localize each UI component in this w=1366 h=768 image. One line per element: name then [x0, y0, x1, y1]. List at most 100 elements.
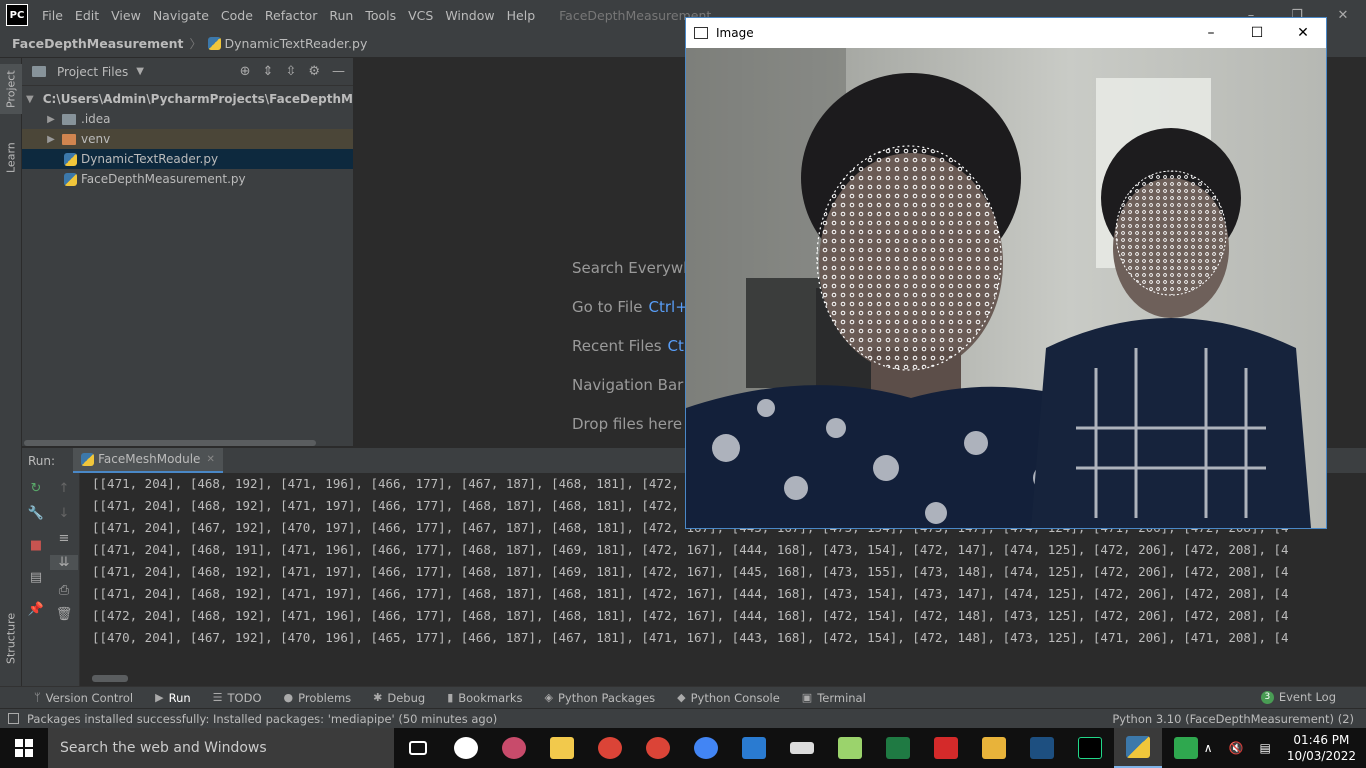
status-message[interactable]: Packages installed successfully: Install… [27, 712, 497, 726]
pycharm-icon[interactable] [1066, 728, 1114, 768]
tree-item-facedepthmeasurement[interactable]: FaceDepthMeasurement.py [22, 169, 353, 189]
menu-tools[interactable]: Tools [359, 8, 402, 23]
menu-navigate[interactable]: Navigate [147, 8, 215, 23]
trash-icon[interactable]: 🗑 [50, 607, 78, 622]
app-icon[interactable] [970, 728, 1018, 768]
locate-icon[interactable]: ⊕ [240, 64, 251, 79]
chrome-icon[interactable] [634, 728, 682, 768]
camera-frame-drawing [686, 48, 1326, 528]
tab-bookmarks[interactable]: ▮ Bookmarks [447, 691, 522, 705]
taskbar-search[interactable]: Search the web and Windows [48, 728, 394, 768]
warning-icon: ● [283, 691, 294, 704]
tree-root[interactable]: ▼ C:\Users\Admin\PycharmProjects\FaceDep… [22, 89, 353, 109]
gear-icon[interactable]: ⚙ [308, 64, 320, 79]
tree-item-label: .idea [81, 112, 111, 126]
interpreter-selector[interactable]: Python 3.10 (FaceDepthMeasurement) (2) [1112, 712, 1354, 726]
volume-icon[interactable]: 🔇 [1229, 741, 1244, 755]
tree-item-dynamictextreader[interactable]: DynamicTextReader.py [22, 149, 353, 169]
close-icon[interactable]: ✕ [206, 454, 214, 465]
project-view-selector[interactable]: Project Files [57, 65, 128, 79]
task-view-icon[interactable] [394, 728, 442, 768]
run-toolbar-secondary: ↑ ↓ ≡ ⇊ ⎙ 🗑 [50, 473, 80, 686]
obs-icon[interactable] [442, 728, 490, 768]
tab-debug[interactable]: ✱ Debug [373, 691, 425, 705]
file-explorer-icon[interactable] [538, 728, 586, 768]
expand-all-icon[interactable]: ⇕ [263, 64, 274, 79]
clock-time: 01:46 PM [1293, 733, 1350, 747]
menu-view[interactable]: View [105, 8, 147, 23]
app-icon[interactable] [922, 728, 970, 768]
collapse-all-icon[interactable]: ⇳ [285, 64, 296, 79]
clock-date: 10/03/2022 [1286, 749, 1356, 763]
tab-facemeshmodule[interactable]: FaceMeshModule ✕ [73, 447, 223, 474]
down-arrow-icon[interactable]: ↓ [50, 506, 78, 521]
window-icon[interactable] [8, 713, 19, 724]
keyboard-app-icon[interactable] [778, 728, 826, 768]
pin-icon[interactable]: 📌 [22, 602, 50, 617]
chevron-down-icon[interactable]: ▼ [136, 66, 144, 77]
up-arrow-icon[interactable]: ↑ [50, 481, 78, 496]
print-icon[interactable]: ⎙ [50, 583, 78, 598]
notification-icon[interactable]: ▤ [1259, 741, 1270, 755]
minimize-icon[interactable]: – [1188, 18, 1234, 48]
chevron-right-icon[interactable]: ▶ [44, 114, 58, 125]
python-icon[interactable] [1114, 728, 1162, 768]
python-icon: ◆ [677, 691, 686, 704]
layout-icon[interactable]: ▤ [22, 570, 50, 585]
chrome-icon[interactable] [586, 728, 634, 768]
python-file-icon [207, 37, 221, 50]
clock[interactable]: 01:46 PM 10/03/2022 [1287, 732, 1356, 764]
run-toolbar-primary: ↻ 🔧 ■ ▤ 📌 [22, 473, 50, 686]
menu-vcs[interactable]: VCS [402, 8, 439, 23]
menu-refactor[interactable]: Refactor [259, 8, 323, 23]
vscode-icon[interactable] [730, 728, 778, 768]
chevron-up-icon[interactable]: ∧ [1204, 741, 1213, 755]
console-line: [[471, 204], [468, 191], [471, 196], [46… [92, 542, 1289, 557]
close-icon[interactable]: ✕ [1280, 18, 1326, 48]
folder-icon [62, 113, 76, 125]
snipping-tool-icon[interactable] [490, 728, 538, 768]
app-icon[interactable] [1018, 728, 1066, 768]
menu-edit[interactable]: Edit [69, 8, 105, 23]
tab-learn[interactable]: Learn [0, 136, 22, 180]
python-file-icon [64, 172, 77, 186]
tab-python-console[interactable]: ◆ Python Console [677, 691, 780, 705]
event-log[interactable]: 3 Event Log [1260, 690, 1336, 704]
maximize-icon[interactable]: ☐ [1234, 18, 1280, 48]
image-window-controls: – ☐ ✕ [1188, 18, 1326, 48]
tab-project[interactable]: Project [0, 64, 22, 114]
menu-window[interactable]: Window [439, 8, 500, 23]
tab-version-control[interactable]: ᛘ Version Control [34, 691, 133, 705]
rerun-icon[interactable]: ↻ [22, 481, 50, 496]
menu-file[interactable]: File [36, 8, 69, 23]
folder-icon [32, 66, 46, 77]
tab-python-packages[interactable]: ◈ Python Packages [545, 691, 656, 705]
chevron-right-icon[interactable]: ▶ [44, 134, 58, 145]
scroll-to-end-icon[interactable]: ⇊ [50, 555, 78, 570]
chevron-down-icon[interactable]: ▼ [26, 94, 34, 105]
notes-app-icon[interactable] [826, 728, 874, 768]
tab-structure[interactable]: Structure [0, 608, 22, 668]
breadcrumb-file[interactable]: DynamicTextReader.py [225, 36, 368, 51]
tree-item-venv[interactable]: ▶ venv [22, 129, 353, 149]
project-scrollbar[interactable] [24, 440, 316, 446]
stop-icon[interactable]: ■ [22, 538, 50, 553]
tab-problems[interactable]: ● Problems [284, 691, 352, 705]
soft-wrap-icon[interactable]: ≡ [50, 531, 78, 546]
excel-icon[interactable] [874, 728, 922, 768]
console-scrollbar[interactable] [92, 675, 128, 682]
hint-goto-file: Go to File Ctrl+S [572, 298, 698, 316]
excluded-folder-icon [62, 133, 76, 145]
menu-help[interactable]: Help [501, 8, 542, 23]
menu-code[interactable]: Code [215, 8, 259, 23]
tab-todo[interactable]: ☰ TODO [213, 691, 262, 705]
tab-terminal[interactable]: ▣ Terminal [802, 691, 866, 705]
wrench-icon[interactable]: 🔧 [22, 506, 50, 521]
breadcrumb-project[interactable]: FaceDepthMeasurement [12, 36, 184, 51]
chrome-icon[interactable] [682, 728, 730, 768]
hide-icon[interactable]: — [332, 64, 345, 79]
windows-start-icon[interactable] [0, 728, 48, 768]
tab-run[interactable]: ▶ Run [155, 691, 191, 705]
menu-run[interactable]: Run [323, 8, 359, 23]
tree-item-idea[interactable]: ▶ .idea [22, 109, 353, 129]
